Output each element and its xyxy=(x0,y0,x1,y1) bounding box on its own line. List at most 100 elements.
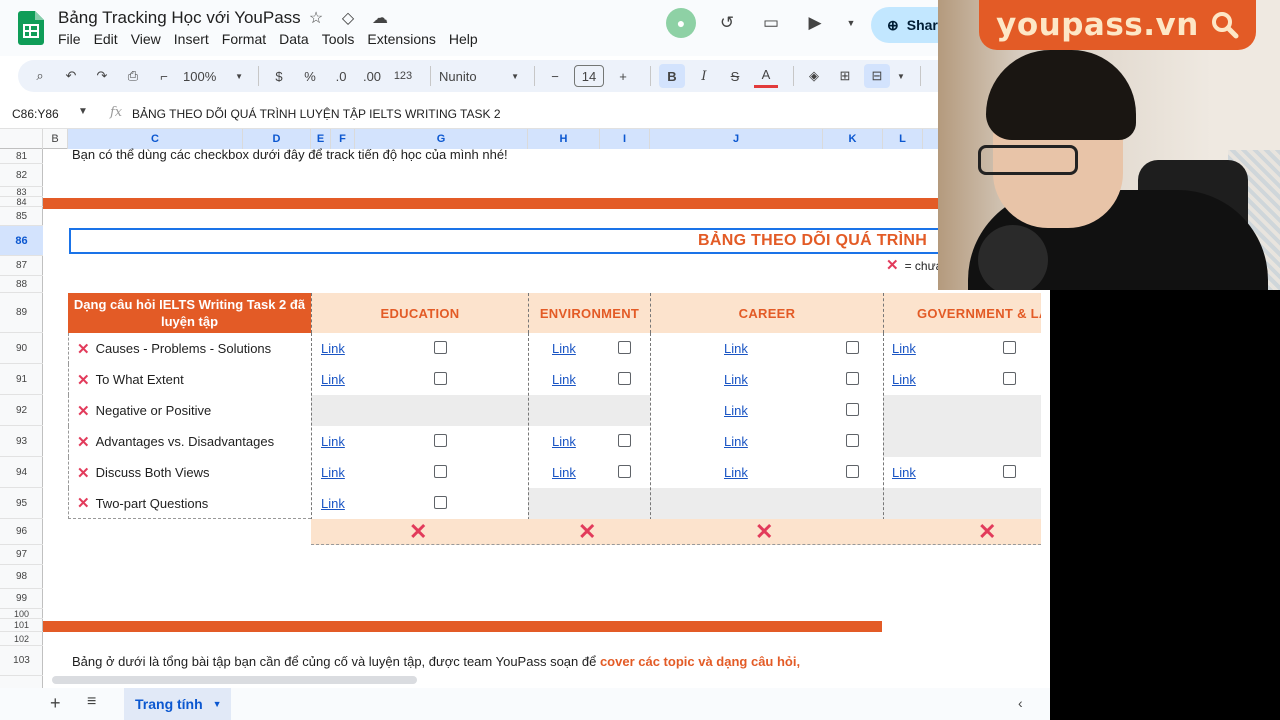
row-header[interactable]: 94 xyxy=(0,457,43,488)
row-header-selected[interactable]: 86 xyxy=(0,226,43,256)
menu-data[interactable]: Data xyxy=(279,31,309,47)
checkbox-government[interactable] xyxy=(1003,465,1016,478)
borders-icon[interactable]: ⊞ xyxy=(833,64,857,88)
google-sheets-logo-icon[interactable] xyxy=(18,11,44,45)
checkbox-education[interactable] xyxy=(434,496,447,509)
decrease-font-size-button[interactable]: − xyxy=(543,64,567,88)
menu-format[interactable]: Format xyxy=(222,31,266,47)
search-menus-icon[interactable]: ⌕ xyxy=(28,64,52,88)
checkbox-environment[interactable] xyxy=(618,465,631,478)
link-career[interactable]: Link xyxy=(724,372,748,387)
decrease-decimal-button[interactable]: .0 xyxy=(329,64,353,88)
row-header[interactable]: 88 xyxy=(0,276,43,293)
link-environment[interactable]: Link xyxy=(552,341,576,356)
row-header[interactable]: 103 xyxy=(0,646,43,676)
link-career[interactable]: Link xyxy=(724,434,748,449)
link-environment[interactable]: Link xyxy=(552,372,576,387)
row-header[interactable]: 90 xyxy=(0,333,43,364)
bold-button[interactable]: B xyxy=(659,64,685,88)
meet-icon[interactable]: ▶ xyxy=(802,10,828,36)
column-header-h[interactable]: H xyxy=(528,129,600,149)
italic-button[interactable]: I xyxy=(692,64,716,88)
row-header[interactable]: 100 xyxy=(0,609,43,619)
chevron-down-icon[interactable]: ▼ xyxy=(897,64,905,88)
chevron-down-icon[interactable]: ▼ xyxy=(846,10,856,36)
menu-tools[interactable]: Tools xyxy=(322,31,355,47)
checkbox-career[interactable] xyxy=(846,372,859,385)
cloud-saved-icon[interactable]: ☁ xyxy=(370,8,390,28)
currency-format-button[interactable]: $ xyxy=(267,64,291,88)
row-header[interactable]: 82 xyxy=(0,164,43,187)
link-education[interactable]: Link xyxy=(321,341,345,356)
link-government[interactable]: Link xyxy=(892,465,916,480)
checkbox-environment[interactable] xyxy=(618,434,631,447)
document-title[interactable]: Bảng Tracking Học với YouPass xyxy=(58,8,301,28)
column-header-i[interactable]: I xyxy=(600,129,650,149)
row-header[interactable]: 84 xyxy=(0,197,43,207)
link-environment[interactable]: Link xyxy=(552,465,576,480)
horizontal-scrollbar[interactable] xyxy=(52,676,417,684)
checkbox-environment[interactable] xyxy=(618,372,631,385)
column-header-g[interactable]: G xyxy=(355,129,528,149)
checkbox-career[interactable] xyxy=(846,434,859,447)
move-to-folder-icon[interactable]: ◇ xyxy=(338,8,358,28)
row-header[interactable]: 89 xyxy=(0,293,43,333)
row-header[interactable]: 98 xyxy=(0,565,43,589)
link-education[interactable]: Link xyxy=(321,434,345,449)
formula-input[interactable]: BẢNG THEO DÕI QUÁ TRÌNH LUYỆN TẬP IELTS … xyxy=(132,107,501,121)
checkbox-education[interactable] xyxy=(434,372,447,385)
link-education[interactable]: Link xyxy=(321,465,345,480)
checkbox-career[interactable] xyxy=(846,341,859,354)
cell-area[interactable]: Bạn có thể dùng các checkbox dưới đây để… xyxy=(43,147,1043,689)
all-sheets-icon[interactable]: ≡ xyxy=(87,693,96,711)
checkbox-environment[interactable] xyxy=(618,341,631,354)
row-header[interactable]: 95 xyxy=(0,488,43,519)
link-environment[interactable]: Link xyxy=(552,434,576,449)
checkbox-career[interactable] xyxy=(846,465,859,478)
fill-color-icon[interactable]: ◈ xyxy=(802,64,826,88)
row-header[interactable]: 92 xyxy=(0,395,43,426)
link-career[interactable]: Link xyxy=(724,341,748,356)
row-header[interactable]: 91 xyxy=(0,364,43,395)
sheet-tab-active[interactable]: Trang tính ▼ xyxy=(124,688,231,720)
menu-extensions[interactable]: Extensions xyxy=(367,31,435,47)
link-career[interactable]: Link xyxy=(724,465,748,480)
link-government[interactable]: Link xyxy=(892,341,916,356)
checkbox-education[interactable] xyxy=(434,434,447,447)
print-icon[interactable]: ⎙ xyxy=(121,64,145,88)
comments-icon[interactable]: ▭ xyxy=(758,10,784,36)
row-header[interactable]: 83 xyxy=(0,187,43,197)
font-size-input[interactable]: 14 xyxy=(574,65,604,87)
zoom-select[interactable]: 100% ▼ xyxy=(183,64,243,88)
row-header[interactable]: 85 xyxy=(0,207,43,226)
name-box[interactable]: C86:Y86 xyxy=(12,107,59,121)
row-header[interactable]: 93 xyxy=(0,426,43,457)
star-icon[interactable]: ☆ xyxy=(306,8,326,28)
link-government[interactable]: Link xyxy=(892,372,916,387)
row-header[interactable]: 87 xyxy=(0,256,43,276)
checkbox-education[interactable] xyxy=(434,341,447,354)
menu-view[interactable]: View xyxy=(131,31,161,47)
link-education[interactable]: Link xyxy=(321,496,345,511)
column-header-d[interactable]: D xyxy=(243,129,311,149)
more-formats-button[interactable]: 123 xyxy=(391,64,415,88)
chevron-left-icon[interactable]: ‹ xyxy=(1018,695,1023,711)
menu-edit[interactable]: Edit xyxy=(94,31,118,47)
increase-font-size-button[interactable]: + xyxy=(611,64,635,88)
paint-format-icon[interactable]: ⌐ xyxy=(152,64,176,88)
checkbox-government[interactable] xyxy=(1003,372,1016,385)
font-select[interactable]: Nunito ▼ xyxy=(439,64,519,88)
gemini-icon[interactable]: ● xyxy=(666,8,696,38)
row-header[interactable]: 99 xyxy=(0,589,43,609)
row-header[interactable]: 97 xyxy=(0,545,43,565)
checkbox-education[interactable] xyxy=(434,465,447,478)
checkbox-career[interactable] xyxy=(846,403,859,416)
row-header[interactable]: 101 xyxy=(0,619,43,632)
increase-decimal-button[interactable]: .00 xyxy=(360,64,384,88)
menu-file[interactable]: File xyxy=(58,31,81,47)
row-header[interactable]: 96 xyxy=(0,519,43,545)
add-sheet-icon[interactable]: + xyxy=(50,693,61,714)
chevron-down-icon[interactable]: ▼ xyxy=(213,699,222,709)
row-header[interactable]: 81 xyxy=(0,149,43,164)
column-header-b[interactable]: B xyxy=(43,129,68,149)
